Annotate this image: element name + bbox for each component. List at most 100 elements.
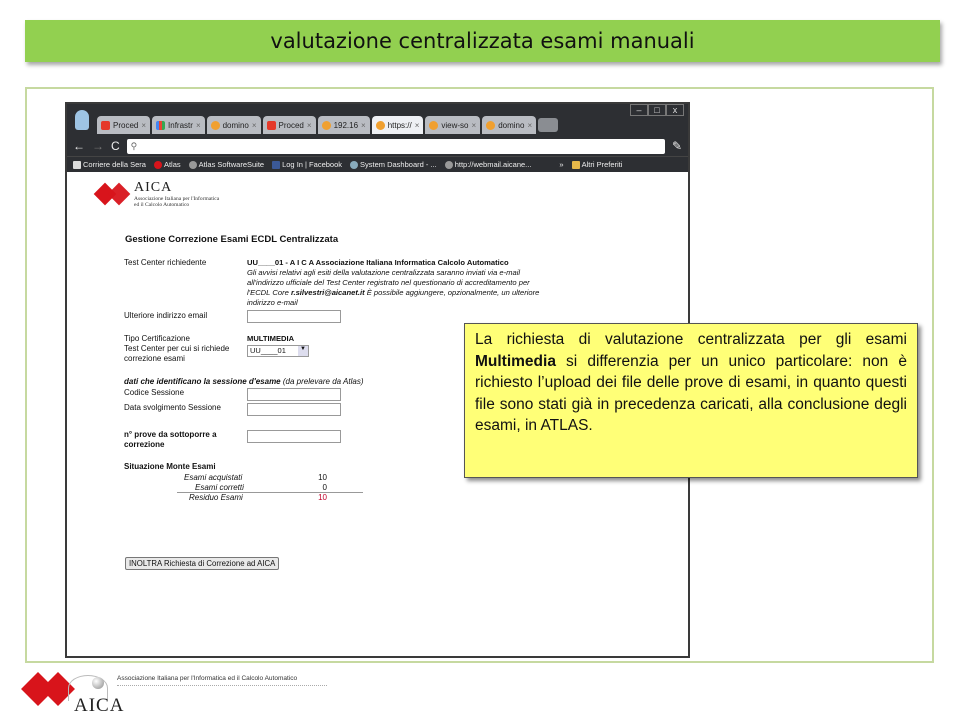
footer-divider [117, 685, 327, 686]
back-icon[interactable]: ← [73, 139, 85, 153]
corriere-icon [73, 161, 81, 169]
bookmark-label: http://webmail.aicane... [454, 159, 532, 169]
profile-icon[interactable] [75, 110, 89, 130]
domino-icon [210, 120, 220, 130]
tab-1[interactable]: Infrastr × [152, 116, 205, 134]
chevron-down-icon: ▼ [298, 346, 308, 356]
tab-list: Proced × Infrastr × domino × Proced × 192.16… [97, 116, 559, 134]
globe-icon [444, 161, 453, 169]
footer-sphere-graphic [92, 677, 104, 689]
browser-tabstrip: Proced × Infrastr × domino × Proced × 192.16… [67, 104, 688, 156]
logo-subtitle-2: ed il Calcolo Automatico [134, 202, 190, 208]
summary-value-residual: 10 [318, 493, 327, 502]
notice-line-1: Gli avvisi relativi agli esiti della val… [247, 268, 521, 277]
test-center-label: Test Center richiedente [124, 258, 207, 267]
aica-icon [101, 120, 110, 130]
domino-icon [321, 120, 331, 130]
aica-logo-mark [93, 180, 131, 208]
summary-title: Situazione Monte Esami [124, 462, 216, 471]
footer-org-name: Associazione Italiana per l'Informatica … [117, 675, 298, 682]
close-icon[interactable]: × [252, 121, 257, 130]
tab-0[interactable]: Proced × [97, 116, 151, 134]
tab-label: domino [222, 120, 249, 130]
wrench-icon[interactable]: ✎ [672, 139, 682, 153]
aica-icon [266, 120, 276, 130]
bookmark-corriere[interactable]: Corriere della Sera [73, 160, 146, 169]
bookmark-facebook[interactable]: Log In | Facebook [272, 160, 342, 169]
num-tests-field[interactable] [247, 430, 341, 443]
summary-label-residual: Residuo Esami [189, 493, 243, 502]
email-field[interactable] [247, 310, 341, 323]
bookmark-label: Altri Preferiti [581, 159, 623, 169]
num-tests-label-2: correzione [124, 440, 165, 449]
bookmark-label: Atlas [163, 159, 181, 169]
maximize-button[interactable]: □ [648, 104, 666, 116]
bookmark-altri-preferiti[interactable]: Altri Preferiti [571, 159, 623, 169]
cert-type-label: Tipo Certificazione [124, 334, 190, 343]
slide-title-bar: valutazione centralizzata esami manuali [25, 20, 940, 62]
window-controls: – □ x [630, 104, 684, 116]
close-icon[interactable]: × [307, 121, 312, 130]
form-title: Gestione Correzione Esami ECDL Centraliz… [125, 234, 339, 245]
callout-emphasis: Multimedia [475, 352, 556, 370]
bookmark-system-dashboard[interactable]: System Dashboard - ... [350, 160, 437, 169]
tab-2[interactable]: domino × [206, 116, 261, 134]
session-date-label: Data svolgimento Sessione [124, 403, 221, 412]
bookmark-atlas[interactable]: Atlas [153, 159, 181, 169]
atlas-icon [153, 161, 162, 169]
bookmarks-bar: Corriere della Sera Atlas Atlas Software… [67, 156, 688, 172]
domino-icon [486, 120, 496, 130]
tc-request-label-2: correzione esami [124, 354, 185, 363]
submit-correction-button[interactable]: INOLTRA Richiesta di Correzione ad AICA [125, 557, 280, 570]
bookmark-webmail[interactable]: http://webmail.aicane... [444, 159, 532, 169]
aica-logo: AICA Associazione Italiana per l'Informa… [93, 180, 219, 208]
close-icon[interactable]: × [472, 121, 477, 130]
explanation-callout: La richiesta di valutazione centralizzat… [464, 323, 918, 478]
select-value: UU____01 [250, 346, 286, 355]
close-icon[interactable]: × [527, 121, 532, 130]
tab-label: Proced [278, 120, 304, 130]
test-center-value: UU____01 - A I C A Associazione Italiana… [247, 258, 509, 267]
session-code-field[interactable] [247, 388, 341, 401]
close-icon[interactable]: × [196, 121, 201, 130]
session-date-field[interactable] [247, 403, 341, 416]
bookmark-label: System Dashboard - ... [360, 159, 437, 169]
new-tab-button[interactable] [538, 118, 559, 132]
reload-icon[interactable]: C [111, 139, 120, 153]
test-center-select[interactable]: UU____01 ▼ [247, 345, 309, 357]
tab-label: Infrastr [168, 120, 193, 130]
close-window-button[interactable]: x [666, 104, 684, 116]
tab-label: domino [498, 120, 525, 130]
num-tests-label-1: n° prove da sottoporre a [124, 430, 217, 439]
dashboard-icon [350, 161, 358, 169]
tab-3[interactable]: Proced × [262, 116, 316, 134]
bookmark-label: Corriere della Sera [83, 159, 146, 169]
session-code-label: Codice Sessione [124, 388, 185, 397]
tc-request-label-1: Test Center per cui si richiede [124, 344, 230, 353]
domino-icon [375, 120, 385, 130]
close-icon[interactable]: × [361, 121, 366, 130]
tab-7[interactable]: domino × [482, 116, 537, 134]
more-bookmarks-chevron[interactable]: » [559, 160, 563, 169]
forward-icon[interactable]: → [92, 139, 104, 153]
session-heading: dati che identificano la sessione d'esam… [124, 377, 364, 386]
official-email: r.silvestri@aicanet.it [290, 288, 365, 297]
search-icon: ⚲ [130, 140, 138, 151]
summary-label-purchased: Esami acquistati [184, 473, 243, 482]
summary-value-purchased: 10 [318, 473, 327, 482]
bookmark-atlas-softwaresuite[interactable]: Atlas SoftwareSuite [188, 160, 264, 169]
folder-icon [571, 161, 580, 169]
tab-label: https:// [387, 120, 412, 130]
bookmark-label: Log In | Facebook [282, 159, 342, 169]
close-icon[interactable]: × [141, 121, 146, 130]
close-icon[interactable]: × [415, 121, 420, 130]
tab-4[interactable]: 192.16 × [317, 116, 370, 134]
minimize-button[interactable]: – [630, 104, 648, 116]
tab-6[interactable]: view-so × [425, 116, 481, 134]
notice-line-2: all'indirizzo ufficiale del Test Center … [247, 278, 530, 287]
footer-logo-mark [21, 669, 75, 713]
notice-line-3: l'ECDL Core r.silvestri@aicanet.it È pos… [247, 288, 540, 297]
tab-5-active[interactable]: https://× [371, 116, 424, 134]
footer-logo-text: AICA [74, 695, 125, 716]
address-bar[interactable]: ⚲ [126, 138, 665, 154]
